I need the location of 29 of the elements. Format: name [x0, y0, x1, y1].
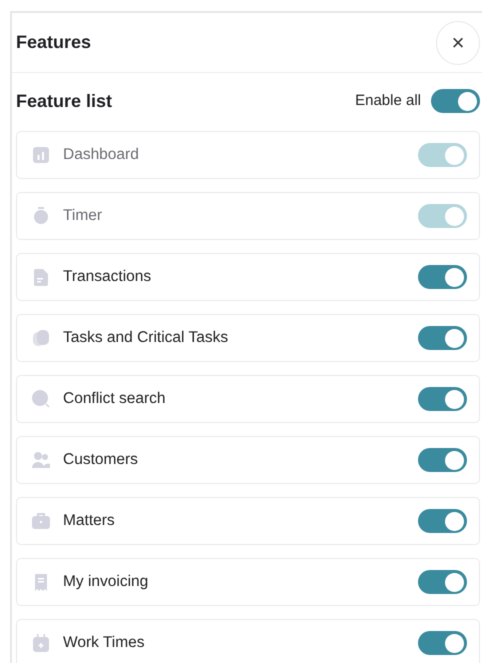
feature-toggle[interactable] — [418, 509, 467, 533]
feature-label: Conflict search — [63, 389, 167, 410]
feature-toggle[interactable] — [418, 570, 467, 594]
close-button[interactable]: × — [436, 20, 480, 64]
feature-label: Work Times — [63, 633, 146, 654]
section-title: Feature list — [16, 90, 112, 112]
panel-title: Features — [16, 31, 92, 54]
stopwatch-icon — [31, 206, 51, 226]
calendar-icon — [31, 633, 51, 653]
enable-all-label: Enable all — [355, 90, 421, 111]
feature-toggle[interactable] — [418, 265, 467, 289]
feature-label: Transactions — [63, 267, 152, 288]
feature-toggle[interactable] — [418, 448, 467, 472]
briefcase-icon — [31, 511, 51, 531]
enable-all-toggle[interactable] — [431, 89, 480, 113]
feature-toggle[interactable] — [418, 631, 467, 655]
feature-toggle[interactable] — [418, 326, 467, 350]
feature-label: Timer — [63, 206, 104, 226]
feature-label: Dashboard — [63, 145, 140, 166]
document-icon — [31, 267, 51, 287]
chart-icon — [31, 145, 51, 165]
stacked-cards-icon — [31, 328, 51, 348]
feature-label: Customers — [63, 450, 139, 470]
feature-toggle[interactable] — [418, 387, 467, 411]
feature-label: Matters — [63, 511, 116, 532]
people-icon — [31, 450, 51, 470]
magnifier-icon — [31, 389, 51, 409]
feature-label: Tasks and Critical Tasks — [63, 328, 230, 348]
feature-label: My invoicing — [63, 572, 150, 592]
